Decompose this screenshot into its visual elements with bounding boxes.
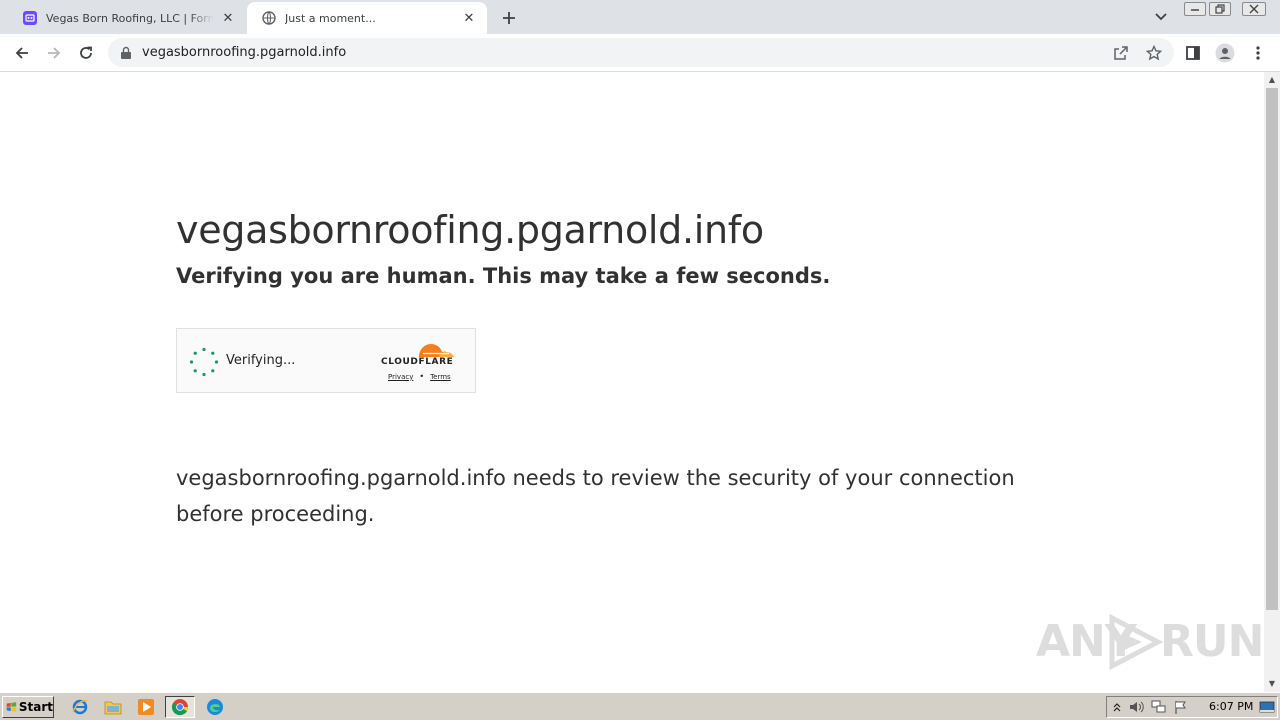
- tab-just-a-moment[interactable]: Just a moment... ✕: [247, 2, 487, 34]
- avatar-icon: [1215, 43, 1235, 63]
- system-tray: 6:07 PM: [1106, 696, 1278, 718]
- window-close-button[interactable]: [1242, 2, 1266, 16]
- restore-icon: [1215, 4, 1225, 14]
- volume-icon[interactable]: [1129, 700, 1145, 714]
- page-content: vegasbornroofing.pgarnold.info Verifying…: [0, 72, 1264, 692]
- restore-button[interactable]: [1209, 2, 1231, 16]
- edge-button[interactable]: [203, 696, 227, 718]
- privacy-link[interactable]: Privacy: [388, 373, 413, 381]
- watermark-text-right: RUN: [1160, 616, 1264, 667]
- back-button[interactable]: [10, 41, 34, 65]
- verifying-status: Verifying...: [226, 353, 296, 368]
- chevron-down-icon: [1155, 13, 1167, 21]
- arrow-left-icon: [15, 47, 28, 59]
- taskbar-clock[interactable]: 6:07 PM: [1209, 700, 1253, 713]
- scroll-up-icon[interactable]: ▲: [1268, 76, 1276, 84]
- windows-taskbar: Start 6:07 PM: [0, 692, 1280, 720]
- cloudflare-links: Privacy • Terms: [388, 372, 451, 381]
- spinner-icon: [189, 347, 219, 377]
- profile-button[interactable]: [1213, 41, 1237, 65]
- scroll-down-icon[interactable]: ▼: [1268, 680, 1276, 688]
- network-icon[interactable]: [1151, 700, 1167, 714]
- start-button[interactable]: Start: [2, 696, 54, 718]
- edge-icon: [207, 699, 223, 715]
- browser-toolbar: vegasbornroofing.pgarnold.info: [0, 34, 1280, 72]
- terms-link[interactable]: Terms: [430, 373, 451, 381]
- media-player-icon: [138, 699, 154, 715]
- internet-explorer-button[interactable]: [68, 696, 92, 718]
- address-bar[interactable]: vegasbornroofing.pgarnold.info: [108, 38, 1174, 67]
- close-tab-icon[interactable]: ✕: [220, 10, 236, 26]
- plus-icon: [503, 12, 515, 24]
- page-subtitle: Verifying you are human. This may take a…: [176, 264, 831, 288]
- page-title: vegasbornroofing.pgarnold.info: [176, 208, 764, 252]
- folder-icon: [104, 701, 122, 715]
- page-scrollbar[interactable]: ▲ ▼: [1264, 72, 1280, 692]
- minimize-icon: [1191, 9, 1199, 11]
- media-player-button[interactable]: [134, 696, 158, 718]
- show-desktop-icon[interactable]: [1259, 700, 1275, 714]
- kebab-menu-icon: [1256, 46, 1260, 60]
- tab-search-button[interactable]: [1152, 8, 1170, 26]
- bookmark-star-icon[interactable]: [1145, 44, 1163, 62]
- action-center-flag-icon[interactable]: [1173, 700, 1189, 714]
- chrome-taskbar-button[interactable]: [165, 696, 195, 718]
- new-tab-button[interactable]: [498, 7, 520, 29]
- start-label: Start: [18, 700, 53, 714]
- side-panel-icon: [1186, 46, 1200, 60]
- proton-icon: [22, 10, 38, 26]
- tab-vegas-born-roofing[interactable]: Vegas Born Roofing, LLC | Formester ✕: [8, 2, 246, 34]
- show-hidden-icons-icon[interactable]: [1109, 700, 1125, 714]
- lock-icon[interactable]: [120, 45, 134, 61]
- reload-icon: [80, 46, 92, 59]
- close-tab-icon[interactable]: ✕: [461, 10, 477, 26]
- forward-button[interactable]: [42, 41, 66, 65]
- tab-strip: Vegas Born Roofing, LLC | Formester ✕ Ju…: [0, 0, 1280, 34]
- internet-explorer-icon: [72, 699, 88, 715]
- close-icon: [1249, 4, 1259, 14]
- play-logo-icon: [1109, 614, 1164, 670]
- share-icon[interactable]: [1112, 44, 1130, 62]
- minimize-button[interactable]: [1184, 2, 1206, 16]
- security-explanation: vegasbornroofing.pgarnold.info needs to …: [176, 466, 1015, 526]
- url-text: vegasbornroofing.pgarnold.info: [142, 45, 347, 60]
- cloudflare-brand: CLOUDFLARE: [381, 357, 454, 367]
- side-panel-button[interactable]: [1181, 41, 1205, 65]
- menu-button[interactable]: [1246, 41, 1270, 65]
- anyrun-watermark: ANY RUN: [1036, 608, 1264, 670]
- scroll-thumb[interactable]: [1266, 88, 1278, 610]
- chrome-icon: [171, 699, 188, 716]
- cloudflare-challenge-widget[interactable]: Verifying... CLOUDFLARE Privacy • Terms: [176, 328, 476, 393]
- tab-title: Vegas Born Roofing, LLC | Formester: [46, 11, 214, 25]
- reload-button[interactable]: [74, 41, 98, 65]
- windows-logo-icon: [6, 702, 17, 712]
- globe-icon: [261, 10, 277, 26]
- link-separator: •: [419, 372, 425, 381]
- arrow-right-icon: [48, 47, 61, 59]
- tab-title: Just a moment...: [285, 11, 376, 25]
- file-explorer-button[interactable]: [101, 696, 125, 718]
